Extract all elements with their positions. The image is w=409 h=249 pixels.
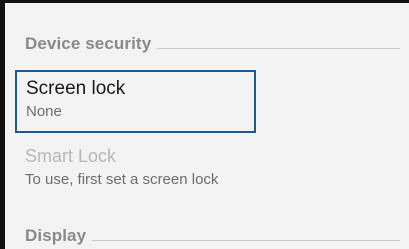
window-frame-top [0,0,409,3]
smart-lock-title: Smart Lock [25,146,117,166]
section-header-display: Display [25,226,400,246]
smart-lock-preference: Smart Lock To use, first set a screen lo… [15,145,315,190]
section-title: Device security [25,34,152,53]
section-divider [157,48,400,49]
section-divider [92,240,400,241]
screen-lock-preference[interactable]: Screen lock None [15,70,256,133]
screen-lock-summary: None [26,103,62,120]
section-header-device-security: Device security [25,34,400,54]
smart-lock-summary: To use, first set a screen lock [25,171,219,188]
screen-lock-title: Screen lock [26,78,126,99]
window-frame-left [0,0,5,249]
section-title: Display [25,226,87,245]
